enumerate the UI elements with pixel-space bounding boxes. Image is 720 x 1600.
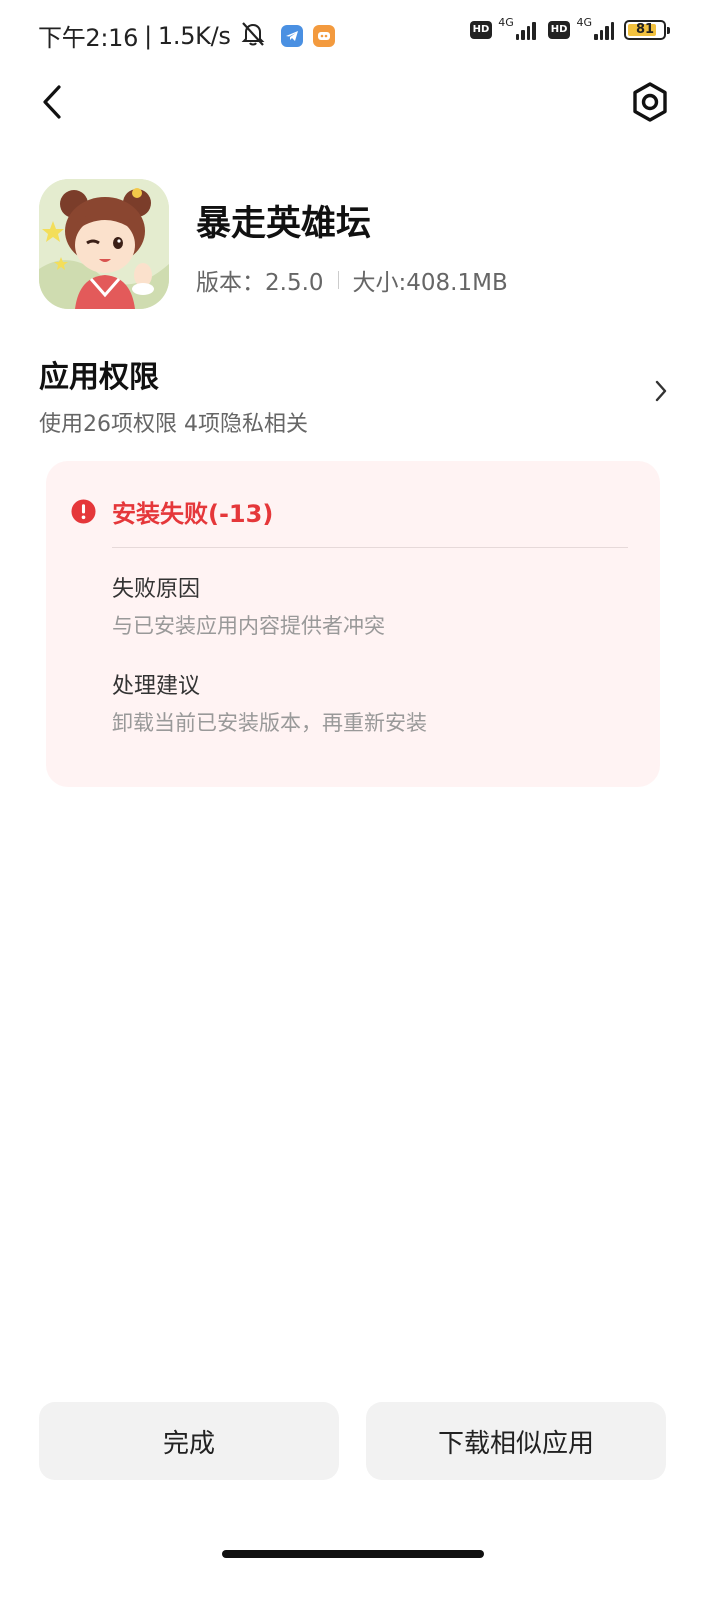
- meta-divider: [337, 271, 339, 289]
- chevron-left-icon: [43, 85, 61, 119]
- back-button[interactable]: [28, 78, 76, 126]
- mute-bell-icon: [239, 21, 267, 51]
- error-alert-icon: [71, 499, 96, 524]
- suggestion-value: 卸载当前已安装版本，再重新安装: [112, 711, 427, 735]
- suggestion-label: 处理建议: [112, 674, 201, 699]
- chevron-right-icon: [655, 380, 667, 402]
- app-permissions-row[interactable]: 应用权限 使用26项权限 4项隐私相关: [39, 352, 679, 438]
- error-title: 安装失败(-13): [112, 500, 274, 528]
- signal-strength-icon: [515, 20, 536, 40]
- permissions-subtitle: 使用26项权限 4项隐私相关: [39, 412, 308, 437]
- telegram-icon: [280, 24, 303, 47]
- app-name: 暴走英雄坛: [196, 204, 372, 244]
- settings-button[interactable]: [626, 78, 674, 126]
- download-similar-apps-button[interactable]: 下载相似应用: [366, 1402, 666, 1480]
- hexagon-settings-icon: [633, 82, 667, 122]
- status-bar: 下午2:16 | 1.5K/s HD 4G HD 4G 81: [0, 0, 720, 70]
- status-separator: |: [144, 21, 152, 50]
- battery-level: 81: [635, 22, 655, 37]
- status-time: 下午2:16: [38, 24, 139, 52]
- signal-strength-icon: [594, 20, 614, 40]
- failure-reason-value: 与已安装应用内容提供者冲突: [112, 614, 385, 638]
- app-meta: 版本：2.5.0 大小:408.1MB: [196, 263, 508, 297]
- app-icon: [39, 179, 169, 309]
- game-app-icon: [312, 24, 335, 47]
- app-version: 版本：2.5.0: [196, 270, 324, 296]
- network-type-label: 4G: [498, 15, 514, 29]
- network-speed: 1.5K/s: [157, 21, 231, 50]
- permissions-title: 应用权限: [39, 360, 159, 395]
- app-install-result-screen: 下午2:16 | 1.5K/s HD 4G HD 4G 81 暴走英雄坛 版本：…: [0, 0, 720, 1600]
- error-divider: [112, 547, 628, 548]
- home-indicator[interactable]: [222, 1550, 484, 1558]
- failure-reason-label: 失败原因: [112, 577, 201, 602]
- network-type-label: 4G: [576, 15, 592, 29]
- done-button[interactable]: 完成: [39, 1402, 339, 1480]
- install-error-card: 安装失败(-13) 失败原因 与已安装应用内容提供者冲突 处理建议 卸载当前已安…: [46, 461, 660, 787]
- hd-badge: HD: [547, 21, 571, 39]
- app-size: 大小:408.1MB: [352, 270, 508, 296]
- hd-badge: HD: [469, 21, 493, 39]
- battery-icon: 81: [624, 20, 670, 40]
